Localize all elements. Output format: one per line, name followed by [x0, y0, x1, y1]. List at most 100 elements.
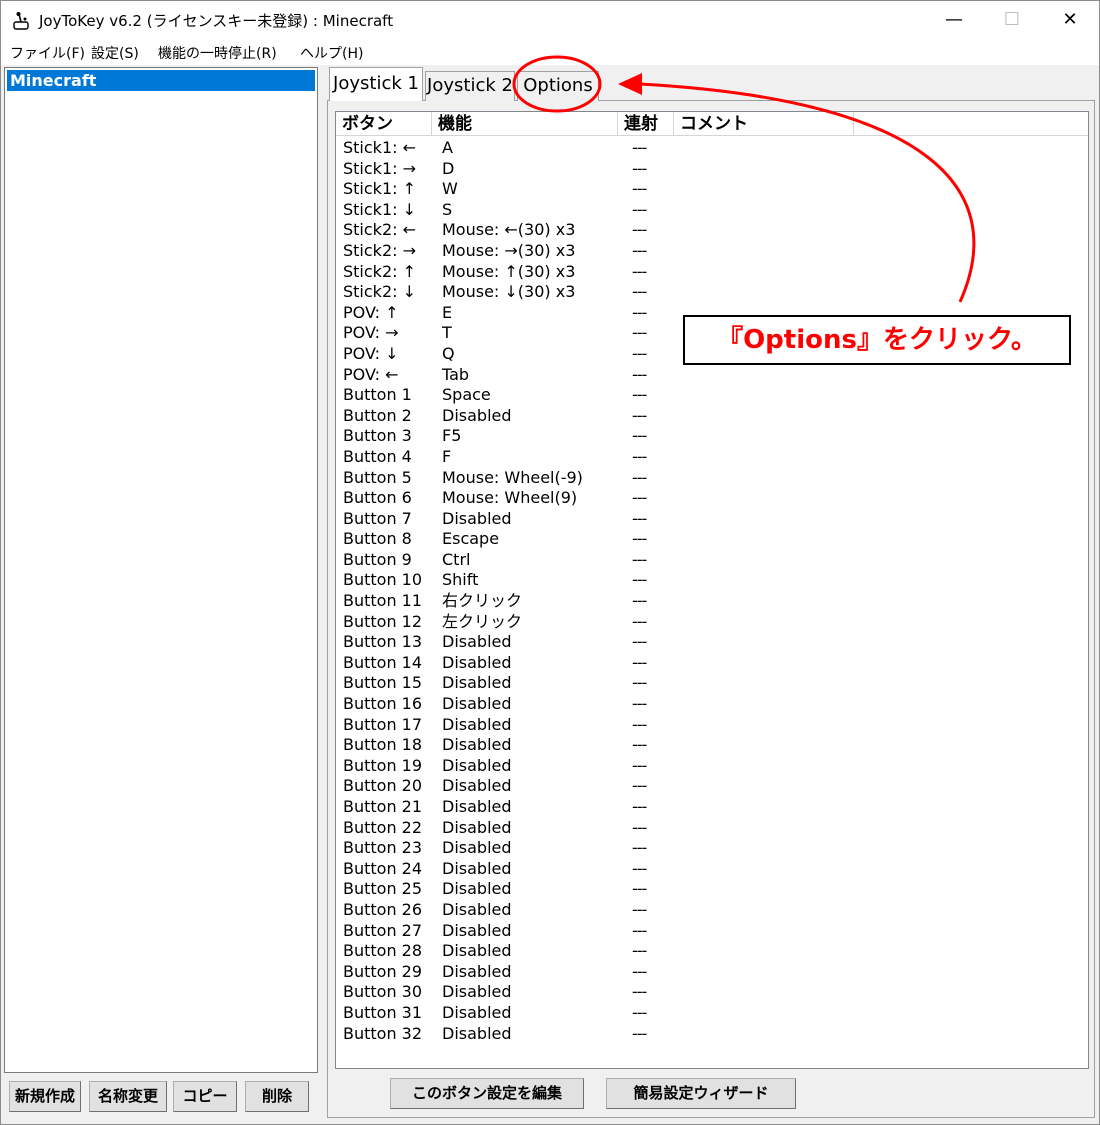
list-item[interactable]: Button 18 Disabled --- [336, 735, 1088, 756]
list-item[interactable]: Button 27 Disabled --- [336, 921, 1088, 942]
row-button-name: Button 13 [343, 632, 423, 652]
list-item[interactable]: Button 3 F5 --- [336, 426, 1088, 447]
close-button[interactable]: ✕ [1041, 1, 1099, 39]
row-button-name: Button 8 [343, 529, 412, 549]
row-repeat: --- [632, 899, 647, 919]
row-button-name: Stick1: ↑ [343, 179, 416, 199]
list-item[interactable]: Stick1: ↑ W --- [336, 179, 1088, 200]
delete-profile-button[interactable]: 削除 [245, 1081, 309, 1112]
column-header-comment[interactable]: コメント [674, 112, 854, 136]
row-button-name: Button 30 [343, 982, 423, 1002]
list-item[interactable]: Button 28 Disabled --- [336, 941, 1088, 962]
row-function: Disabled [442, 817, 512, 837]
minimize-button[interactable]: — [925, 1, 983, 39]
title-bar: JoyToKey v6.2 (ライセンスキー未登録) : Minecraft —… [1, 1, 1099, 39]
copy-profile-button[interactable]: コピー [173, 1081, 237, 1112]
list-item[interactable]: Button 17 Disabled --- [336, 715, 1088, 736]
row-function: Mouse: ←(30) x3 [442, 220, 576, 240]
row-button-name: POV: ← [343, 364, 399, 384]
list-item[interactable]: Button 10 Shift --- [336, 570, 1088, 591]
list-item[interactable]: Button 25 Disabled --- [336, 879, 1088, 900]
column-header-repeat[interactable]: 連射 [618, 112, 674, 136]
row-repeat: --- [632, 879, 647, 899]
row-function: Disabled [442, 508, 512, 528]
list-item[interactable]: Button 7 Disabled --- [336, 509, 1088, 530]
row-repeat: --- [632, 323, 647, 343]
row-button-name: Button 21 [343, 797, 423, 816]
list-item[interactable]: Button 4 F --- [336, 447, 1088, 468]
list-item[interactable]: Stick2: ← Mouse: ←(30) x3 --- [336, 220, 1088, 241]
menu-file[interactable]: ファイル(F) [10, 43, 85, 63]
menu-help[interactable]: ヘルプ(H) [300, 43, 363, 63]
list-item[interactable]: Button 15 Disabled --- [336, 673, 1088, 694]
row-button-name: Button 9 [343, 549, 412, 569]
list-item[interactable]: Button 14 Disabled --- [336, 653, 1088, 674]
list-item[interactable]: Stick1: ← A --- [336, 138, 1088, 159]
list-item[interactable]: Button 2 Disabled --- [336, 406, 1088, 427]
row-button-name: Button 29 [343, 961, 423, 981]
column-header-function[interactable]: 機能 [432, 112, 618, 136]
tab-joystick-1[interactable]: Joystick 1 [329, 67, 423, 101]
row-repeat: --- [632, 652, 647, 672]
row-function: Space [442, 385, 491, 405]
button-assignment-list[interactable]: ボタン 機能 連射 コメント Stick1: ← A --- Stick1: → D --… [335, 111, 1089, 1069]
list-item[interactable]: Button 16 Disabled --- [336, 694, 1088, 715]
row-function: Disabled [442, 797, 512, 816]
list-item[interactable]: Button 20 Disabled --- [336, 776, 1088, 797]
close-icon: ✕ [1062, 9, 1078, 30]
row-function: Mouse: ↑(30) x3 [442, 261, 576, 281]
list-item[interactable]: Stick1: → D --- [336, 159, 1088, 180]
tab-joystick-2[interactable]: Joystick 2 [425, 71, 515, 101]
tab-options[interactable]: Options [517, 71, 599, 101]
column-header-button[interactable]: ボタン [336, 112, 432, 136]
list-item[interactable]: Button 30 Disabled --- [336, 982, 1088, 1003]
list-item[interactable]: Button 5 Mouse: Wheel(-9) --- [336, 468, 1088, 489]
row-function: Tab [442, 364, 470, 384]
list-item[interactable]: Button 13 Disabled --- [336, 632, 1088, 653]
setup-wizard-button[interactable]: 簡易設定ウィザード [606, 1078, 796, 1109]
list-item[interactable]: Stick2: ↑ Mouse: ↑(30) x3 --- [336, 262, 1088, 283]
row-function: T [442, 323, 452, 343]
profile-list[interactable]: Minecraft [4, 67, 318, 1073]
row-button-name: Button 27 [343, 920, 423, 940]
list-item[interactable]: Button 1 Space --- [336, 385, 1088, 406]
list-item[interactable]: Button 29 Disabled --- [336, 962, 1088, 983]
row-repeat: --- [632, 673, 647, 693]
list-item[interactable]: Button 31 Disabled --- [336, 1003, 1088, 1024]
list-item[interactable]: Button 6 Mouse: Wheel(9) --- [336, 488, 1088, 509]
row-function: Q [442, 343, 455, 363]
list-item[interactable]: Button 24 Disabled --- [336, 859, 1088, 880]
row-function: Mouse: Wheel(9) [442, 488, 578, 508]
row-repeat: --- [632, 797, 647, 816]
list-item[interactable]: Button 9 Ctrl --- [336, 550, 1088, 571]
new-profile-button[interactable]: 新規作成 [9, 1081, 81, 1112]
row-button-name: Button 31 [343, 1002, 423, 1022]
list-item[interactable]: Button 11 右クリック --- [336, 591, 1088, 612]
row-repeat: --- [632, 549, 647, 569]
list-item[interactable]: Button 32 Disabled --- [336, 1024, 1088, 1045]
list-item[interactable]: Button 12 左クリック --- [336, 612, 1088, 633]
menu-pause[interactable]: 機能の一時停止(R) [158, 43, 277, 63]
list-item[interactable]: Button 19 Disabled --- [336, 756, 1088, 777]
row-button-name: Button 18 [343, 735, 423, 755]
list-item[interactable]: Button 8 Escape --- [336, 529, 1088, 550]
rename-profile-button[interactable]: 名称変更 [89, 1081, 167, 1112]
row-button-name: Stick1: ← [343, 138, 416, 157]
list-item[interactable]: Button 22 Disabled --- [336, 818, 1088, 839]
list-item[interactable]: POV: ← Tab --- [336, 365, 1088, 386]
list-item[interactable]: Stick2: → Mouse: →(30) x3 --- [336, 241, 1088, 262]
row-button-name: Button 2 [343, 405, 412, 425]
profile-item-minecraft[interactable]: Minecraft [7, 70, 315, 91]
minimize-icon: — [945, 9, 963, 30]
list-item[interactable]: Stick1: ↓ S --- [336, 200, 1088, 221]
row-repeat: --- [632, 982, 647, 1002]
list-item[interactable]: Button 21 Disabled --- [336, 797, 1088, 818]
row-repeat: --- [632, 1023, 647, 1043]
menu-settings[interactable]: 設定(S) [91, 43, 139, 63]
maximize-button[interactable]: ☐ [983, 1, 1041, 39]
row-button-name: Button 17 [343, 714, 423, 734]
list-item[interactable]: Button 26 Disabled --- [336, 900, 1088, 921]
list-item[interactable]: Button 23 Disabled --- [336, 838, 1088, 859]
list-item[interactable]: Stick2: ↓ Mouse: ↓(30) x3 --- [336, 282, 1088, 303]
edit-button-setting-button[interactable]: このボタン設定を編集 [390, 1078, 584, 1109]
